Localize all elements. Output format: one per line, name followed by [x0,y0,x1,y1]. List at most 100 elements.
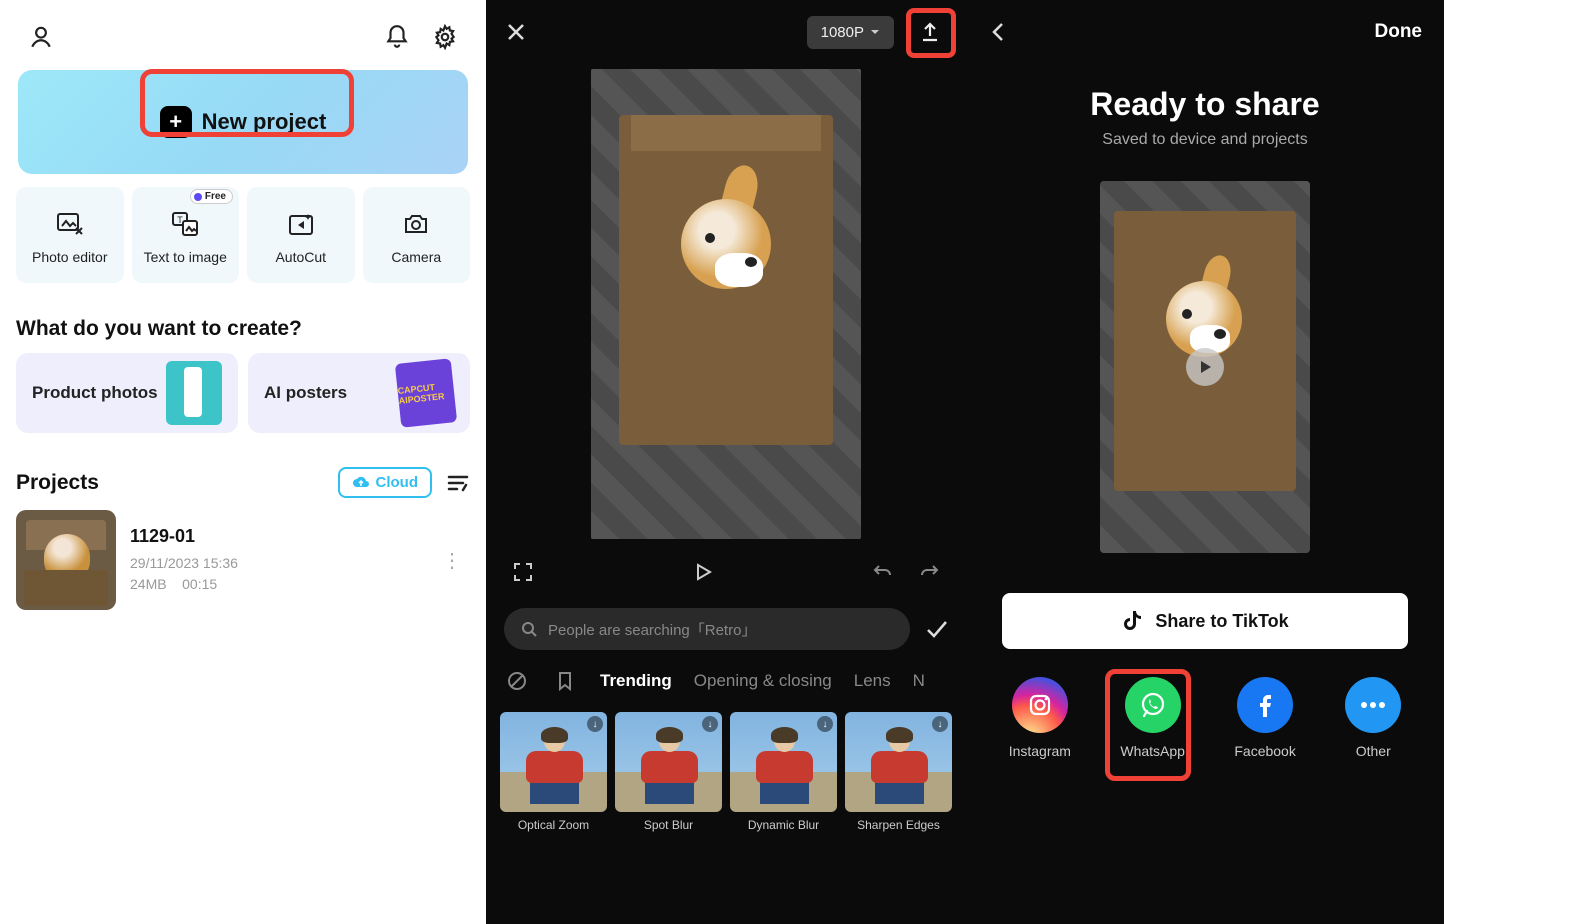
effect-tabs: Trending Opening & closing Lens N [486,658,966,704]
search-row: People are searching「Retro」 [486,600,966,658]
fullscreen-icon[interactable] [508,557,538,587]
effect-sharpen-edges[interactable]: ↓ Sharpen Edges [845,712,952,832]
effect-thumb: ↓ [845,712,952,812]
playback-controls [486,544,966,600]
share-label: WhatsApp [1120,743,1185,759]
resolution-selector[interactable]: 1080P [807,16,894,49]
tool-photo-editor[interactable]: Photo editor [16,187,124,283]
play-icon[interactable] [1186,348,1224,386]
effects-row: ↓ Optical Zoom ↓ Spot Blur ↓ Dynamic Blu… [486,704,966,840]
download-icon: ↓ [702,716,718,732]
profile-icon[interactable] [26,22,56,52]
video-canvas[interactable] [591,69,861,539]
sort-icon[interactable] [446,473,470,493]
share-heading: Ready to share Saved to device and proje… [966,86,1444,149]
project-date: 29/11/2023 15:36 [130,553,420,574]
tool-label: Camera [391,249,441,266]
ai-posters-thumb: CAPCUT AIPOSTER [395,358,457,428]
upload-icon [918,20,942,44]
tool-camera[interactable]: Camera [363,187,471,283]
project-more-icon[interactable]: ⋮ [434,540,470,581]
effect-spot-blur[interactable]: ↓ Spot Blur [615,712,722,832]
export-button[interactable] [912,14,948,50]
create-label: AI posters [264,383,347,403]
effect-dynamic-blur[interactable]: ↓ Dynamic Blur [730,712,837,832]
tab-opening-closing[interactable]: Opening & closing [694,671,832,691]
share-label: Instagram [1009,743,1071,759]
cloud-icon [352,476,370,490]
play-icon[interactable] [688,557,718,587]
back-icon[interactable] [988,21,1008,43]
undo-icon[interactable] [868,557,898,587]
project-thumbnail [16,510,116,610]
tools-row: Photo editor Free T Text to image AutoCu… [16,187,470,283]
photo-editor-icon [56,209,84,239]
share-facebook[interactable]: Facebook [1234,677,1295,759]
chevron-down-icon [870,28,880,36]
new-project-label: New project [202,109,327,135]
other-icon [1345,677,1401,733]
create-product-photos[interactable]: Product photos [16,353,238,433]
home-header [16,16,470,70]
effect-label: Dynamic Blur [748,818,819,832]
facebook-icon [1237,677,1293,733]
share-whatsapp[interactable]: WhatsApp [1120,677,1185,759]
search-input[interactable]: People are searching「Retro」 [504,608,910,650]
settings-icon[interactable] [430,22,460,52]
redo-icon[interactable] [914,557,944,587]
tool-label: AutoCut [275,249,326,266]
share-label: Facebook [1234,743,1295,759]
effect-thumb: ↓ [615,712,722,812]
create-ai-posters[interactable]: AI posters CAPCUT AIPOSTER [248,353,470,433]
tool-label: Text to image [144,249,227,266]
share-video-thumb[interactable] [1100,181,1310,553]
tab-lens[interactable]: Lens [854,671,891,691]
projects-title: Projects [16,471,99,495]
share-header: Done [966,0,1444,64]
done-button[interactable]: Done [1375,21,1423,43]
whatsapp-icon [1125,677,1181,733]
none-icon[interactable] [504,668,530,694]
home-panel: + New project Photo editor Free T Text t… [0,0,486,924]
tiktok-label: Share to TikTok [1155,611,1288,632]
share-tiktok-button[interactable]: Share to TikTok [1002,593,1408,649]
bookmark-icon[interactable] [552,668,578,694]
create-section-title: What do you want to create? [16,317,470,341]
share-subtitle: Saved to device and projects [966,131,1444,149]
video-preview [486,64,966,544]
tool-label: Photo editor [32,249,108,266]
share-other[interactable]: Other [1345,677,1401,759]
notifications-icon[interactable] [382,22,412,52]
close-icon[interactable] [504,20,528,44]
free-badge: Free [190,189,233,204]
download-icon: ↓ [817,716,833,732]
confirm-icon[interactable] [924,619,948,639]
effect-label: Optical Zoom [518,818,589,832]
project-meta: 24MB 00:15 [130,574,420,595]
tiktok-icon [1121,609,1143,633]
create-row: Product photos AI posters CAPCUT AIPOSTE… [16,353,470,433]
new-project-button[interactable]: + New project [18,70,468,174]
create-label: Product photos [32,383,158,403]
project-name: 1129-01 [130,526,420,547]
tab-trending[interactable]: Trending [600,671,672,691]
effect-label: Spot Blur [644,818,693,832]
cloud-button[interactable]: Cloud [338,467,433,498]
instagram-icon [1012,677,1068,733]
search-icon [520,620,538,638]
tab-more[interactable]: N [913,671,925,691]
share-title: Ready to share [966,86,1444,123]
projects-header: Projects Cloud [16,467,470,498]
autocut-icon [288,209,314,239]
project-item[interactable]: 1129-01 29/11/2023 15:36 24MB 00:15 ⋮ [16,510,470,610]
project-info: 1129-01 29/11/2023 15:36 24MB 00:15 [130,526,420,595]
editor-panel: 1080P [486,0,966,924]
effect-optical-zoom[interactable]: ↓ Optical Zoom [500,712,607,832]
share-instagram[interactable]: Instagram [1009,677,1071,759]
tool-autocut[interactable]: AutoCut [247,187,355,283]
download-icon: ↓ [587,716,603,732]
tool-text-to-image[interactable]: Free T Text to image [132,187,240,283]
search-placeholder: People are searching「Retro」 [548,619,756,640]
product-photos-thumb [166,361,222,425]
text-to-image-icon: T [171,209,199,239]
